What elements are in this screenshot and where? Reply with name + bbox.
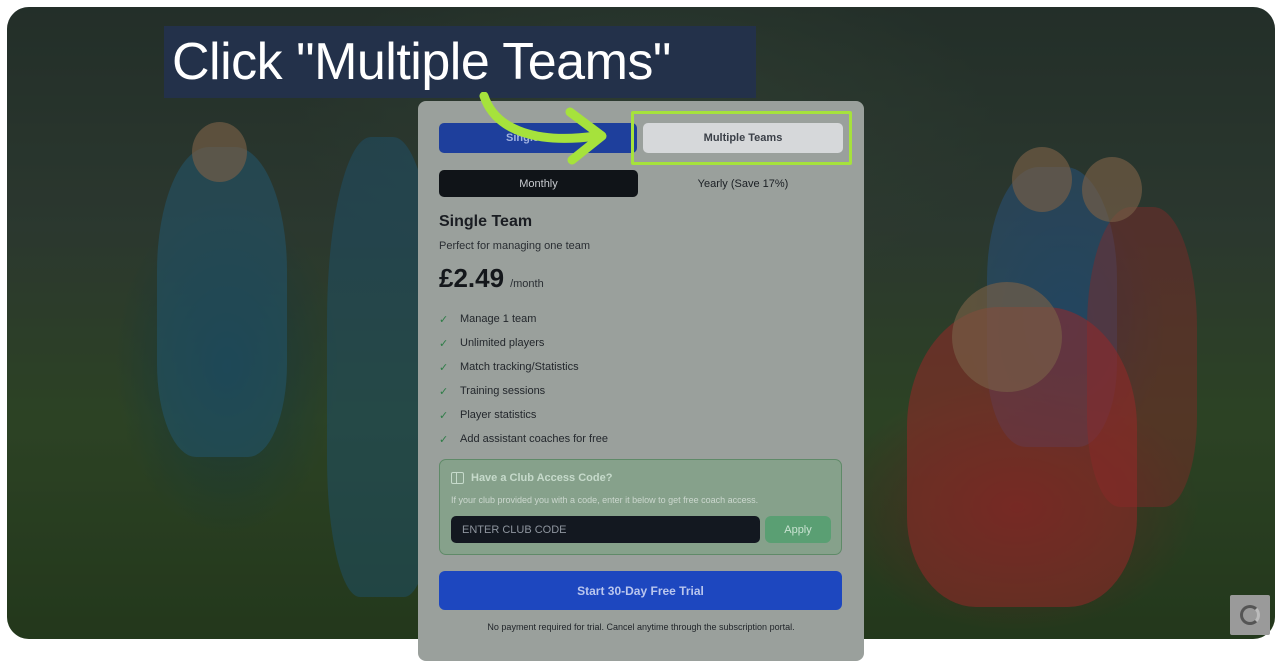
- plan-period: /month: [510, 278, 544, 290]
- check-icon: ✓: [439, 409, 449, 422]
- gift-icon: [451, 472, 464, 484]
- background-player-head: [1082, 157, 1142, 222]
- background-player-head: [1012, 147, 1072, 212]
- club-access-title-text: Have a Club Access Code?: [471, 472, 613, 484]
- pricing-card: Single Team Multiple Teams Monthly Yearl…: [418, 101, 864, 661]
- feature-item: ✓ Match tracking/Statistics: [439, 355, 608, 379]
- price-row: £2.49 /month: [439, 263, 544, 294]
- feature-label: Unlimited players: [460, 337, 545, 349]
- feature-label: Match tracking/Statistics: [460, 361, 579, 373]
- feature-list: ✓ Manage 1 team ✓ Unlimited players ✓ Match…: [439, 307, 608, 451]
- plan-title: Single Team: [439, 213, 533, 230]
- apply-button[interactable]: Apply: [765, 516, 831, 543]
- recaptcha-icon[interactable]: [1230, 595, 1270, 635]
- feature-item: ✓ Unlimited players: [439, 331, 608, 355]
- yearly-billing-tab[interactable]: Yearly (Save 17%): [643, 170, 843, 197]
- click-target-highlight: [631, 111, 852, 165]
- start-trial-button[interactable]: Start 30-Day Free Trial: [439, 571, 842, 610]
- feature-label: Manage 1 team: [460, 313, 537, 325]
- feature-label: Player statistics: [460, 409, 537, 421]
- club-access-description: If your club provided you with a code, e…: [451, 495, 759, 505]
- check-icon: ✓: [439, 337, 449, 350]
- instruction-caption: Click "Multiple Teams": [164, 26, 756, 98]
- feature-label: Training sessions: [460, 385, 546, 397]
- background-player-head: [952, 282, 1062, 392]
- check-icon: ✓: [439, 385, 449, 398]
- billing-toggle: Monthly Yearly (Save 17%): [439, 170, 843, 197]
- background-player: [157, 147, 287, 457]
- check-icon: ✓: [439, 313, 449, 326]
- plan-description: Perfect for managing one team: [439, 240, 591, 252]
- check-icon: ✓: [439, 433, 449, 446]
- feature-item: ✓ Add assistant coaches for free: [439, 427, 608, 451]
- plan-price: £2.49: [439, 263, 505, 293]
- club-access-panel: Have a Club Access Code? If your club pr…: [439, 459, 842, 555]
- check-icon: ✓: [439, 361, 449, 374]
- monthly-billing-tab[interactable]: Monthly: [439, 170, 638, 197]
- background-player-head: [192, 122, 247, 182]
- trial-note: No payment required for trial. Cancel an…: [487, 622, 795, 632]
- arrow-icon: [479, 92, 607, 165]
- instruction-caption-text: Click "Multiple Teams": [172, 33, 671, 91]
- club-access-title: Have a Club Access Code?: [451, 472, 612, 484]
- feature-item: ✓ Training sessions: [439, 379, 608, 403]
- feature-label: Add assistant coaches for free: [460, 433, 608, 445]
- club-code-input[interactable]: [451, 516, 760, 543]
- feature-item: ✓ Player statistics: [439, 403, 608, 427]
- feature-item: ✓ Manage 1 team: [439, 307, 608, 331]
